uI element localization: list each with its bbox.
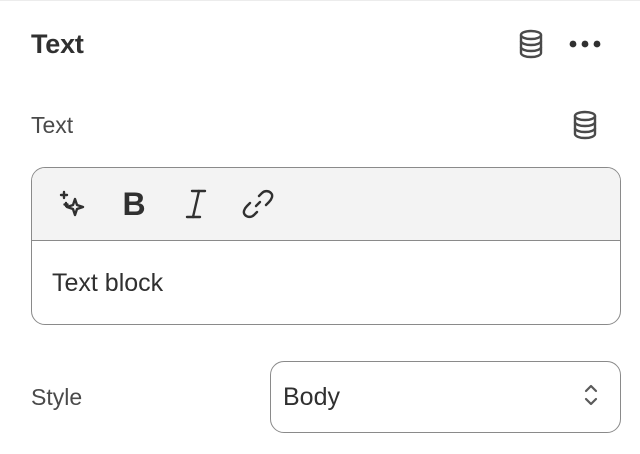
editor-content[interactable]: Text block (32, 241, 620, 324)
style-select-value: Body (283, 382, 340, 411)
text-settings-panel: Text Text B Text block Style Body (0, 0, 640, 454)
style-field-row: Style Body (31, 361, 621, 433)
text-field-label: Text (31, 111, 74, 138)
panel-title: Text (31, 28, 84, 59)
editor-toolbar: B (32, 168, 620, 241)
link-icon[interactable] (238, 184, 278, 224)
database-icon[interactable] (568, 108, 602, 142)
sparkle-icon[interactable] (52, 184, 92, 224)
chevron-up-down-icon (582, 382, 600, 413)
italic-icon[interactable] (176, 184, 216, 224)
style-field-label: Style (31, 383, 83, 410)
header-actions (514, 27, 602, 61)
style-select[interactable]: Body (270, 361, 621, 433)
panel-header: Text (31, 21, 602, 67)
bold-button[interactable]: B (114, 184, 154, 224)
database-icon[interactable] (514, 27, 548, 61)
rich-text-editor: B Text block (31, 167, 621, 325)
text-field-row: Text (31, 105, 602, 145)
more-horizontal-icon[interactable] (568, 27, 602, 61)
